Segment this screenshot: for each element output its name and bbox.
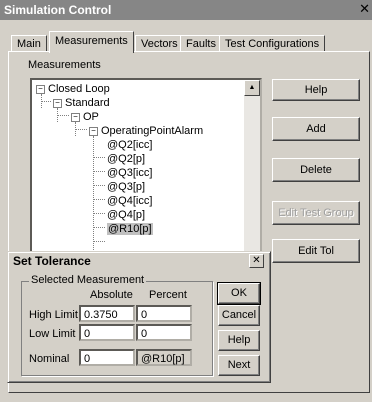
- dialog-help-button[interactable]: Help: [218, 330, 260, 351]
- nominal-label: Nominal: [29, 353, 70, 365]
- add-button[interactable]: Add: [272, 117, 360, 141]
- high-limit-label: High Limit: [29, 309, 78, 321]
- ok-button[interactable]: OK: [217, 282, 261, 305]
- tab-measurements[interactable]: Measurements: [49, 31, 134, 53]
- tab-main[interactable]: Main: [11, 35, 47, 52]
- window-titlebar[interactable]: Simulation Control ✕: [0, 0, 372, 20]
- high-limit-percent-field[interactable]: 0: [136, 305, 192, 322]
- low-limit-label: Low Limit: [29, 328, 76, 340]
- collapse-icon[interactable]: −: [53, 99, 62, 108]
- dialog-close-icon[interactable]: ✕: [249, 254, 264, 268]
- tree-node-operatingpointalarm[interactable]: − OperatingPointAlarm: [89, 124, 203, 138]
- dialog-titlebar[interactable]: Set Tolerance ✕: [11, 254, 265, 269]
- window-title: Simulation Control: [4, 3, 112, 17]
- collapse-icon[interactable]: −: [71, 113, 80, 122]
- tab-vectors[interactable]: Vectors: [135, 35, 184, 52]
- tree-leaf[interactable]: @Q2[p]: [107, 152, 145, 166]
- tree-node-standard[interactable]: − Standard: [53, 96, 110, 110]
- tab-test-configurations[interactable]: Test Configurations: [219, 35, 326, 52]
- col-percent-label: Percent: [149, 289, 187, 301]
- tree-node-closed-loop[interactable]: − Closed Loop: [36, 82, 110, 96]
- collapse-icon[interactable]: −: [36, 85, 45, 94]
- tree-leaf[interactable]: @Q4[icc]: [107, 194, 152, 208]
- col-absolute-label: Absolute: [90, 289, 133, 301]
- low-limit-percent-field[interactable]: 0: [136, 324, 192, 341]
- help-button[interactable]: Help: [272, 79, 360, 101]
- scroll-up-arrow-icon[interactable]: ▲: [244, 80, 260, 96]
- tree-node-op[interactable]: − OP: [71, 110, 99, 124]
- simulation-control-window: Simulation Control ✕ Main Measurements V…: [0, 0, 372, 402]
- group-label: Selected Measurement: [29, 274, 147, 286]
- edit-test-group-button[interactable]: Edit Test Group: [272, 201, 360, 225]
- dialog-title: Set Tolerance: [13, 254, 91, 268]
- set-tolerance-dialog: Set Tolerance ✕ Selected Measurement Abs…: [7, 251, 271, 383]
- tree-leaf[interactable]: @Q4[p]: [107, 208, 145, 222]
- tree-leaf-selected[interactable]: @R10[p]: [107, 222, 153, 236]
- tree-scrollbar[interactable]: ▲: [244, 80, 260, 258]
- edit-tol-button[interactable]: Edit Tol: [272, 239, 360, 263]
- measurement-tree[interactable]: − Closed Loop − Standard − OP − OperatingPoi…: [30, 78, 262, 260]
- close-icon[interactable]: ✕: [359, 1, 370, 17]
- nominal-measurement-field: @R10[p]: [136, 349, 192, 366]
- tab-faults[interactable]: Faults: [180, 35, 222, 52]
- low-limit-absolute-field[interactable]: 0: [79, 324, 135, 341]
- measurements-label: Measurements: [28, 59, 101, 71]
- collapse-icon[interactable]: −: [89, 127, 98, 136]
- tree-leaf[interactable]: @Q2[icc]: [107, 138, 152, 152]
- nominal-value-field[interactable]: 0: [79, 349, 135, 366]
- next-button[interactable]: Next: [218, 355, 260, 376]
- high-limit-absolute-field[interactable]: 0.3750: [79, 305, 135, 322]
- delete-button[interactable]: Delete: [272, 158, 360, 182]
- cancel-button[interactable]: Cancel: [218, 305, 260, 326]
- tree-leaf[interactable]: @Q3[p]: [107, 180, 145, 194]
- tab-strip: Main Measurements Vectors Faults Test Co…: [8, 31, 368, 53]
- tree-leaf[interactable]: @Q3[icc]: [107, 166, 152, 180]
